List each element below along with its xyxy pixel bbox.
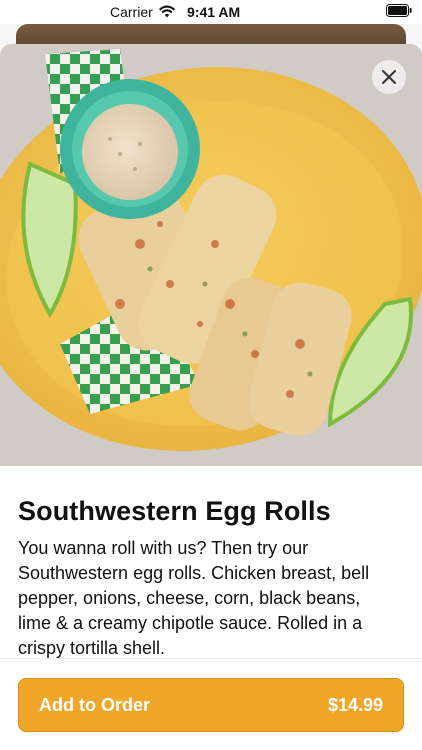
- wifi-icon: [159, 5, 175, 18]
- status-bar: Carrier 9:41 AM: [0, 0, 422, 24]
- carrier-label: Carrier: [110, 4, 153, 20]
- add-to-order-button[interactable]: Add to Order $14.99: [18, 678, 404, 732]
- close-icon: [382, 70, 396, 84]
- item-description: You wanna roll with us? Then try our Sou…: [18, 538, 370, 658]
- divider: [0, 658, 422, 659]
- item-photo: [0, 44, 422, 466]
- item-detail-sheet: Southwestern Egg Rolls You wanna roll wi…: [0, 44, 422, 750]
- item-price: $14.99: [327, 694, 383, 715]
- egg-rolls-illustration: [0, 44, 422, 466]
- close-button[interactable]: [372, 60, 406, 94]
- battery-icon: [386, 4, 412, 17]
- status-time: 9:41 AM: [187, 4, 241, 20]
- item-title: Southwestern Egg Rolls: [18, 496, 331, 526]
- add-to-order-label: Add to Order: [39, 694, 150, 715]
